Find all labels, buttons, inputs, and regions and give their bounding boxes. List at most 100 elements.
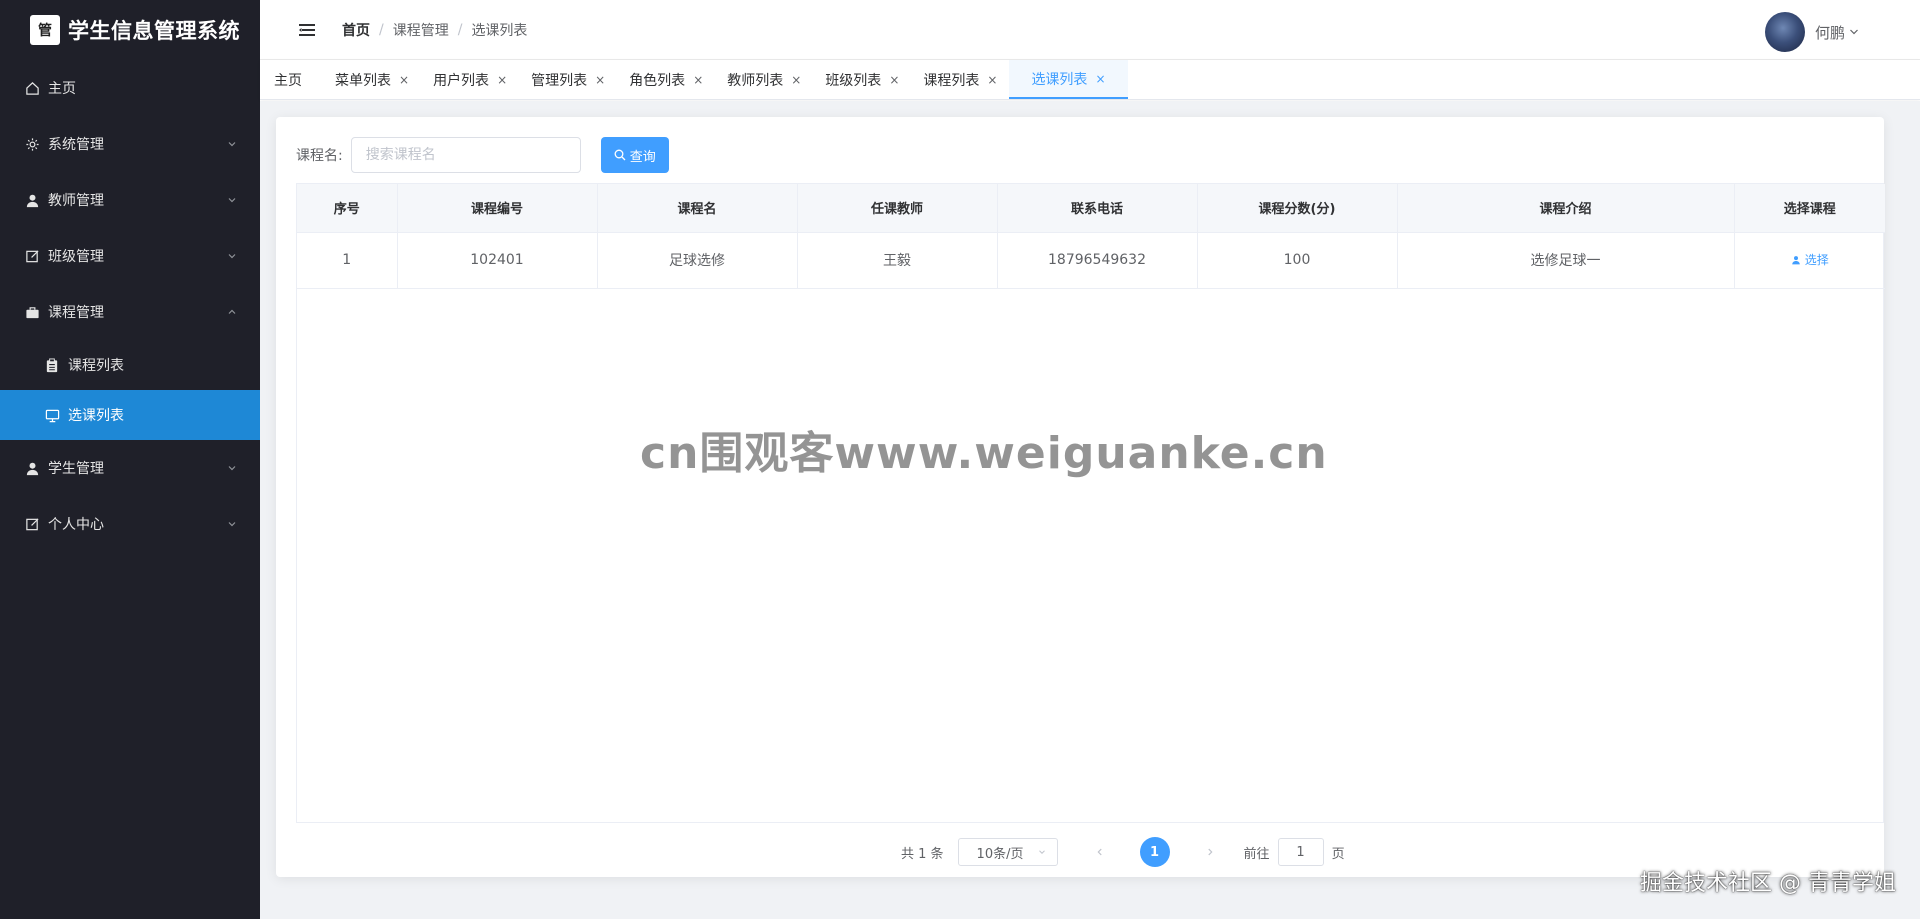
sidebar-item-home[interactable]: 主页 [0,60,260,116]
sidebar-item-system[interactable]: 系统管理 [0,116,260,172]
tab-label: 班级列表 [825,72,882,89]
select-course-button[interactable]: 选择 [1791,251,1829,268]
column-header: 课程名 [597,184,798,233]
column-header: 联系电话 [997,184,1198,233]
close-icon[interactable]: × [791,73,801,87]
tab-course-list[interactable]: 课程列表 × [911,60,1009,99]
goto-suffix: 页 [1331,846,1345,862]
column-header: 选择课程 [1734,184,1885,233]
search-icon [614,149,626,161]
user-menu[interactable]: 何鹏 [1764,12,1860,52]
pagination: 共 1 条 10条/页 1 前往 页 [901,837,1345,867]
pagination-total: 共 1 条 [901,846,944,862]
breadcrumb-separator: / [379,21,384,38]
edit-icon [24,248,40,264]
logo-icon: 管 [30,15,60,45]
main-content: 课程名: 查询 序号 课程编号 课程名 任课教师 联系电话 [260,101,1920,919]
tab-label: 教师列表 [727,72,784,89]
search-button[interactable]: 查询 [600,137,669,173]
table-cell: 王毅 [797,232,998,289]
sidebar-item-label: 课程管理 [48,305,104,321]
sidebar-item-students[interactable]: 学生管理 [0,440,260,496]
tab-label: 选课列表 [1031,71,1088,88]
table-cell: 102401 [397,232,598,289]
close-icon[interactable]: × [693,73,703,87]
search-button-label: 查询 [629,149,656,165]
close-icon[interactable]: × [595,73,605,87]
sidebar-item-label: 学生管理 [48,461,104,477]
next-page-button[interactable] [1196,838,1224,866]
sidebar-item-courses[interactable]: 课程管理 [0,284,260,340]
close-icon[interactable]: × [987,73,997,87]
footer-watermark: 掘金技术社区 @ 青青学姐 [1640,871,1896,896]
column-header: 课程分数(分) [1197,184,1398,233]
tab-admin-list[interactable]: 管理列表 × [519,60,617,99]
close-icon[interactable]: × [399,73,409,87]
prev-page-button[interactable] [1086,838,1114,866]
tab-home[interactable]: 主页 [260,60,323,99]
avatar[interactable] [1764,12,1805,52]
tab-menu-list[interactable]: 菜单列表 × [323,60,421,99]
page-size-select[interactable]: 10条/页 [957,838,1058,866]
sidebar-subitem-selection-list[interactable]: 选课列表 [0,390,260,440]
sidebar: 管 学生信息管理系统 主页 系统管理 教师管理 班级管理 课程管理 课程列表 选… [0,0,260,919]
search-bar: 课程名: 查询 [296,137,669,173]
tab-selection-list[interactable]: 选课列表 × [1009,60,1128,99]
top-header: 首页 / 课程管理 / 选课列表 何鹏 [260,0,1920,60]
data-table: 序号 课程编号 课程名 任课教师 联系电话 课程分数(分) 课程介绍 选择课程 … [296,183,1885,823]
chevron-down-icon [228,522,236,527]
chevron-down-icon [228,142,236,147]
sidebar-subitem-label: 课程列表 [68,358,124,374]
sidebar-item-label: 主页 [48,81,76,97]
table-header-row: 序号 课程编号 课程名 任课教师 联系电话 课程分数(分) 课程介绍 选择课程 [297,184,1885,233]
edit-icon [24,516,40,532]
tab-role-list[interactable]: 角色列表 × [617,60,715,99]
table-cell: 100 [1197,232,1398,289]
chevron-down-icon [228,466,236,471]
sidebar-subitem-course-list[interactable]: 课程列表 [0,340,260,390]
table-cell: 选修足球一 [1397,232,1735,289]
breadcrumb-item-current: 选课列表 [471,22,528,39]
logo[interactable]: 管 学生信息管理系统 [0,0,260,60]
chevron-right-icon [1207,848,1213,856]
table-cell: 1 [297,232,398,289]
column-header: 课程编号 [397,184,598,233]
user-icon [1791,255,1800,265]
sidebar-item-classes[interactable]: 班级管理 [0,228,260,284]
page-size-value: 10条/页 [976,846,1024,862]
tab-label: 管理列表 [531,72,588,89]
goto-page-input[interactable] [1277,838,1324,866]
sidebar-item-profile[interactable]: 个人中心 [0,496,260,552]
close-icon[interactable]: × [497,73,507,87]
goto-prefix: 前往 [1243,846,1270,862]
tab-class-list[interactable]: 班级列表 × [813,60,911,99]
tab-teacher-list[interactable]: 教师列表 × [715,60,813,99]
sidebar-item-label: 班级管理 [48,249,104,265]
breadcrumb: 首页 / 课程管理 / 选课列表 [342,20,527,40]
gear-icon [24,136,40,152]
table-cell: 18796549632 [997,232,1198,289]
watermark: cn围观客www.weiguanke.cn [640,428,1328,479]
breadcrumb-item-home[interactable]: 首页 [342,20,370,40]
username[interactable]: 何鹏 [1815,22,1845,43]
logo-glyph: 管 [38,23,52,39]
close-icon[interactable]: × [889,73,899,87]
user-icon [24,192,40,208]
menu-toggle-icon[interactable] [298,21,316,39]
user-icon [24,460,40,476]
close-icon[interactable]: × [1095,72,1105,86]
home-icon [24,80,40,96]
page-jumper: 前往 页 [1244,838,1345,866]
sidebar-item-teachers[interactable]: 教师管理 [0,172,260,228]
tab-user-list[interactable]: 用户列表 × [421,60,519,99]
sidebar-item-label: 教师管理 [48,193,104,209]
chevron-down-icon [228,198,236,203]
column-header: 任课教师 [797,184,998,233]
tab-label: 角色列表 [629,72,686,89]
content-card: 课程名: 查询 序号 课程编号 课程名 任课教师 联系电话 [276,117,1885,877]
search-input[interactable] [350,137,581,173]
page-number-current[interactable]: 1 [1139,837,1170,867]
table-row: 1 102401 足球选修 王毅 18796549632 100 选修足球一 选… [297,232,1885,289]
sidebar-subitem-label: 选课列表 [68,408,124,424]
table-cell: 足球选修 [597,232,798,289]
